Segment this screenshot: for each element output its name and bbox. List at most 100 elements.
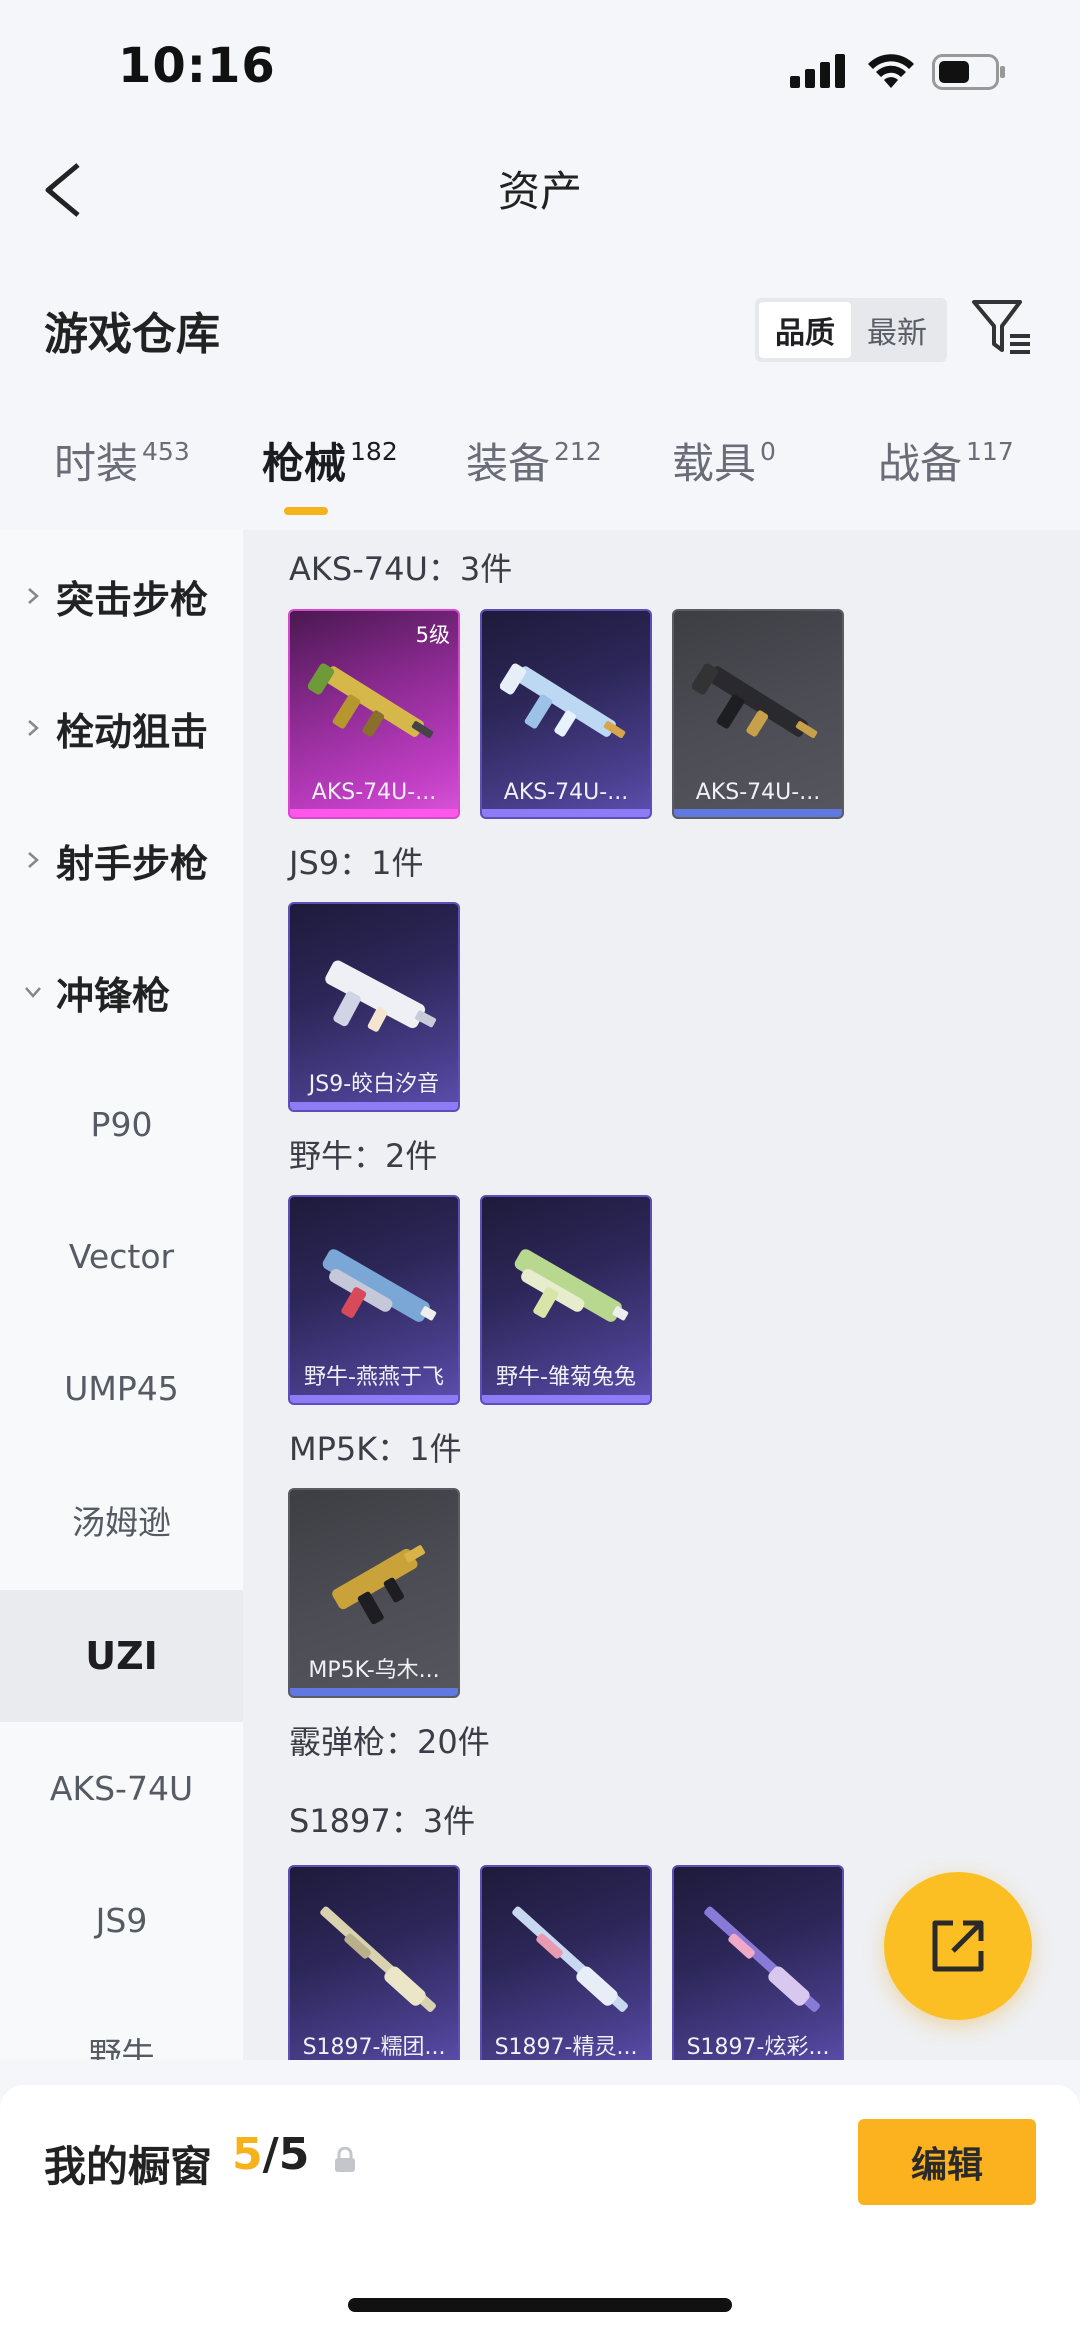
tab-label: 时装 bbox=[54, 439, 139, 488]
tab-fashion[interactable]: 时装 453 bbox=[54, 430, 190, 530]
sidebar-item-label: 汤姆逊 bbox=[72, 1503, 171, 1542]
tab-label: 载具 bbox=[672, 439, 757, 488]
weapon-card[interactable]: MP5K-乌木... bbox=[288, 1488, 460, 1698]
showcase-count-total: /5 bbox=[262, 2129, 310, 2180]
rarity-bar bbox=[674, 809, 842, 817]
share-icon bbox=[932, 1920, 984, 1972]
edit-button[interactable]: 编辑 bbox=[858, 2119, 1036, 2205]
chevron-right-icon bbox=[28, 852, 39, 868]
sidebar-subitem-ump45[interactable]: UMP45 bbox=[0, 1322, 243, 1454]
rarity-bar bbox=[290, 1395, 458, 1403]
tab-count: 117 bbox=[966, 437, 1014, 466]
weapon-card-name: AKS-74U-... bbox=[695, 780, 821, 805]
smg-skin-image bbox=[692, 663, 818, 739]
sidebar-subitem-aks74u[interactable]: AKS-74U bbox=[0, 1722, 243, 1854]
weapon-card[interactable]: AKS-74U-... bbox=[672, 609, 844, 819]
shotgun-skin-image bbox=[320, 1906, 436, 2012]
page-title: 资产 bbox=[497, 167, 582, 216]
share-button[interactable] bbox=[884, 1872, 1032, 2020]
weapon-card[interactable]: S1897-精灵... bbox=[480, 1865, 652, 2060]
tab-equipment[interactable]: 装备 212 bbox=[466, 430, 602, 530]
sidebar-item-bolt-sniper[interactable]: 栓动狙击 bbox=[0, 662, 243, 794]
filter-icon[interactable] bbox=[970, 296, 1034, 360]
tab-vehicles[interactable]: 载具 0 bbox=[672, 430, 776, 530]
weapon-card[interactable]: 野牛-雏菊兔兔 bbox=[480, 1195, 652, 1405]
weapon-card[interactable]: 5级 AKS-74U-... bbox=[288, 609, 460, 819]
home-indicator bbox=[348, 2298, 732, 2312]
sidebar-item-label: 冲锋枪 bbox=[56, 973, 171, 1018]
tab-label: 战备 bbox=[878, 439, 963, 488]
showcase-count-current: 5 bbox=[232, 2129, 263, 2180]
weapon-card[interactable]: S1897-糯团... bbox=[288, 1865, 460, 2060]
shotgun-skin-image bbox=[704, 1906, 820, 2012]
wifi-icon bbox=[868, 54, 914, 88]
weapon-card-name: 野牛-燕燕于飞 bbox=[304, 1365, 444, 1390]
sidebar-item-assault-rifle[interactable]: 突击步枪 bbox=[0, 530, 243, 662]
weapon-card-name: JS9-皎白汐音 bbox=[308, 1072, 440, 1097]
sidebar-subitem-bizon[interactable]: 野牛 bbox=[0, 1986, 243, 2060]
sidebar-item-label: UMP45 bbox=[64, 1368, 179, 1408]
lock-icon bbox=[335, 2147, 355, 2172]
showcase-label: 我的橱窗 bbox=[44, 2142, 213, 2191]
tab-count: 0 bbox=[760, 437, 776, 466]
sidebar-item-label: 射手步枪 bbox=[56, 841, 209, 886]
warehouse-title: 游戏仓库 bbox=[44, 309, 220, 360]
active-tab-indicator bbox=[284, 507, 328, 515]
chevron-down-icon bbox=[25, 987, 41, 998]
sort-quality-option[interactable]: 品质 bbox=[759, 302, 851, 358]
rarity-bar bbox=[290, 1688, 458, 1696]
sidebar-item-smg[interactable]: 冲锋枪 bbox=[0, 926, 243, 1058]
showcase-count: 5/5 bbox=[232, 2129, 309, 2180]
rarity-bar bbox=[290, 809, 458, 817]
tab-label: 枪械 bbox=[262, 439, 347, 488]
sidebar-subitem-thompson[interactable]: 汤姆逊 bbox=[0, 1454, 243, 1586]
group-title: 野牛：2件 bbox=[289, 1137, 438, 1175]
tab-gear[interactable]: 战备 117 bbox=[878, 430, 1014, 530]
weapon-card[interactable]: S1897-炫彩... bbox=[672, 1865, 844, 2060]
weapon-card-name: S1897-炫彩... bbox=[686, 2035, 830, 2060]
weapon-card-name: S1897-精灵... bbox=[494, 2035, 638, 2060]
sidebar-subitem-vector[interactable]: Vector bbox=[0, 1190, 243, 1322]
category-tabs: 时装 453 枪械 182 装备 212 载具 0 战备 117 bbox=[0, 430, 1080, 530]
sidebar-item-label: Vector bbox=[68, 1236, 175, 1276]
weapon-card-name: AKS-74U-... bbox=[503, 780, 629, 805]
tab-label: 装备 bbox=[466, 439, 551, 488]
sidebar-item-label: 栓动狙击 bbox=[56, 709, 209, 754]
sidebar-subitem-p90[interactable]: P90 bbox=[0, 1058, 243, 1190]
sidebar-subitem-uzi[interactable]: UZI bbox=[0, 1590, 243, 1722]
sidebar-item-label: JS9 bbox=[95, 1900, 148, 1940]
sort-toggle: 品质 最新 bbox=[755, 298, 947, 362]
weapon-list: AKS-74U：3件 5级 AKS-74U-... AKS-74U-... AK… bbox=[243, 530, 1080, 2060]
smg-skin-image bbox=[500, 663, 626, 739]
chevron-right-icon bbox=[28, 720, 39, 736]
tab-firearms[interactable]: 枪械 182 bbox=[262, 430, 398, 530]
sidebar-item-label: UZI bbox=[85, 1634, 158, 1678]
group-title: 霰弹枪：20件 bbox=[289, 1723, 490, 1761]
weapon-card[interactable]: JS9-皎白汐音 bbox=[288, 902, 460, 1112]
sidebar-item-label: 突击步枪 bbox=[56, 577, 209, 622]
chevron-right-icon bbox=[28, 588, 39, 604]
sort-latest-option[interactable]: 最新 bbox=[851, 302, 943, 358]
smg-skin-image bbox=[514, 1249, 629, 1322]
group-title: S1897：3件 bbox=[289, 1802, 476, 1840]
weapon-card[interactable]: 野牛-燕燕于飞 bbox=[288, 1195, 460, 1405]
smg-skin-image bbox=[325, 960, 437, 1032]
signal-icon bbox=[790, 54, 845, 88]
shotgun-skin-image bbox=[512, 1906, 628, 2012]
weapon-category-sidebar: 突击步枪 栓动狙击 射手步枪 冲锋枪 P90 Vector UMP45 汤姆逊 … bbox=[0, 530, 243, 2060]
sidebar-item-label: AKS-74U bbox=[49, 1768, 194, 1808]
sidebar-item-label: P90 bbox=[90, 1104, 153, 1144]
sidebar-item-label: 野牛 bbox=[88, 2035, 155, 2060]
sidebar-item-marksman-rifle[interactable]: 射手步枪 bbox=[0, 794, 243, 926]
rarity-bar bbox=[482, 1395, 650, 1403]
weapon-card-name: 野牛-雏菊兔兔 bbox=[496, 1365, 636, 1390]
sidebar-subitem-js9[interactable]: JS9 bbox=[0, 1854, 243, 1986]
weapon-card-name: AKS-74U-... bbox=[311, 780, 437, 805]
rarity-bar bbox=[482, 809, 650, 817]
status-time: 10:16 bbox=[118, 38, 276, 94]
rarity-bar bbox=[290, 1102, 458, 1110]
weapon-card[interactable]: AKS-74U-... bbox=[480, 609, 652, 819]
tab-count: 182 bbox=[350, 437, 398, 466]
smg-skin-image bbox=[308, 663, 434, 739]
weapon-card-name: S1897-糯团... bbox=[302, 2035, 446, 2060]
